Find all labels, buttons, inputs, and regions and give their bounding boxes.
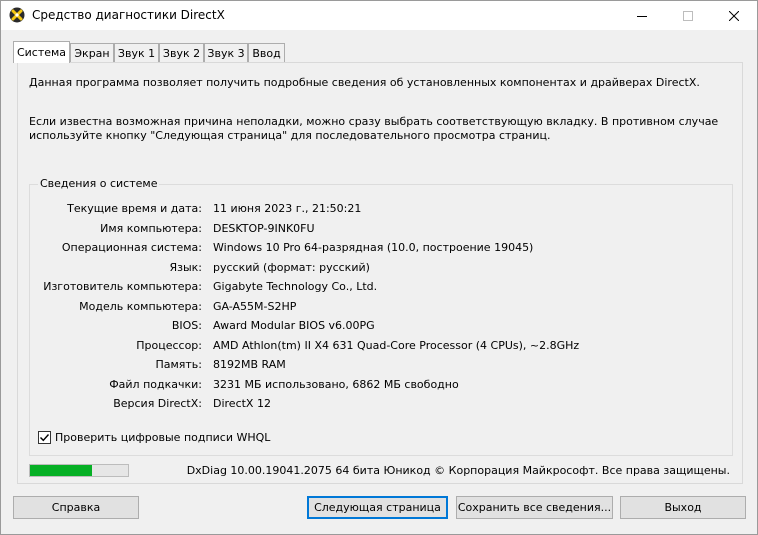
close-icon: [729, 10, 739, 21]
info-row-directx-version: Версия DirectX: DirectX 12: [30, 397, 730, 413]
maximize-button[interactable]: [665, 1, 711, 30]
dxdiag-window: Средство диагностики DirectX Система Экр…: [0, 0, 758, 535]
minimize-button[interactable]: [619, 1, 665, 30]
directx-app-icon: [9, 7, 25, 23]
minimize-icon: [637, 15, 647, 17]
save-all-info-button[interactable]: Сохранить все сведения...: [456, 496, 613, 519]
info-label: Версия DirectX:: [113, 397, 202, 410]
info-row-memory: Память: 8192MB RAM: [30, 358, 730, 374]
progress-fill: [30, 465, 92, 476]
system-info-group: Сведения о системе Текущие время и дата:…: [29, 177, 733, 456]
info-row-manufacturer: Изготовитель компьютера: Gigabyte Techno…: [30, 280, 730, 296]
info-value: DirectX 12: [213, 397, 271, 410]
info-label: Память:: [155, 358, 202, 371]
info-row-os: Операционная система: Windows 10 Pro 64-…: [30, 241, 730, 257]
info-value: 8192MB RAM: [213, 358, 286, 371]
info-label: Имя компьютера:: [100, 222, 202, 235]
info-row-processor: Процессор: AMD Athlon(tm) II X4 631 Quad…: [30, 339, 730, 355]
info-label: BIOS:: [171, 319, 202, 332]
help-button[interactable]: Справка: [13, 496, 139, 519]
tab-input[interactable]: Ввод: [248, 43, 285, 62]
maximize-icon: [683, 10, 693, 21]
info-row-page-file: Файл подкачки: 3231 МБ использовано, 686…: [30, 378, 730, 394]
title-bar[interactable]: Средство диагностики DirectX: [1, 1, 757, 30]
info-value: 3231 МБ использовано, 6862 МБ свободно: [213, 378, 459, 391]
info-value: Windows 10 Pro 64-разрядная (10.0, постр…: [213, 241, 534, 254]
help-text: Если известна возможная причина неполадк…: [29, 115, 719, 142]
close-button[interactable]: [711, 1, 757, 30]
info-label: Операционная система:: [61, 241, 202, 254]
info-value: русский (формат: русский): [213, 261, 370, 274]
info-value: 11 июня 2023 г., 21:50:21: [213, 202, 362, 215]
version-copyright-text: DxDiag 10.00.19041.2075 64 бита Юникод ©…: [186, 464, 730, 477]
info-label: Файл подкачки:: [109, 378, 202, 391]
system-info-title: Сведения о системе: [38, 177, 160, 190]
info-label: Текущие время и дата:: [67, 202, 202, 215]
checkmark-icon: [40, 434, 50, 442]
tab-sound-1[interactable]: Звук 1: [114, 43, 159, 62]
info-row-model: Модель компьютера: GA-A55M-S2HP: [30, 300, 730, 316]
window-title: Средство диагностики DirectX: [32, 8, 225, 22]
info-label: Модель компьютера:: [79, 300, 202, 313]
whql-checkbox[interactable]: [38, 431, 51, 444]
info-value: GA-A55M-S2HP: [213, 300, 297, 313]
info-value: DESKTOP-9INK0FU: [213, 222, 315, 235]
info-label: Изготовитель компьютера:: [43, 280, 202, 293]
info-value: Award Modular BIOS v6.00PG: [213, 319, 375, 332]
info-row-datetime: Текущие время и дата: 11 июня 2023 г., 2…: [30, 202, 730, 218]
progress-bar: [29, 464, 129, 477]
info-value: Gigabyte Technology Co., Ltd.: [213, 280, 378, 293]
info-row-language: Язык: русский (формат: русский): [30, 261, 730, 277]
exit-button[interactable]: Выход: [620, 496, 746, 519]
tab-display[interactable]: Экран: [70, 43, 114, 62]
whql-label[interactable]: Проверить цифровые подписи WHQL: [55, 431, 270, 444]
tab-system[interactable]: Система: [13, 41, 70, 63]
info-label: Процессор:: [136, 339, 202, 352]
whql-checkbox-row[interactable]: Проверить цифровые подписи WHQL: [38, 431, 270, 444]
info-label: Язык:: [169, 261, 202, 274]
intro-text: Данная программа позволяет получить подр…: [29, 76, 700, 89]
next-page-button[interactable]: Следующая страница: [307, 496, 448, 519]
tab-sound-2[interactable]: Звук 2: [159, 43, 204, 62]
info-value: AMD Athlon(tm) II X4 631 Quad-Core Proce…: [213, 339, 580, 352]
system-tab-panel: Данная программа позволяет получить подр…: [17, 62, 743, 484]
tab-sound-3[interactable]: Звук 3: [204, 43, 248, 62]
info-row-bios: BIOS: Award Modular BIOS v6.00PG: [30, 319, 730, 335]
info-row-computer-name: Имя компьютера: DESKTOP-9INK0FU: [30, 222, 730, 238]
